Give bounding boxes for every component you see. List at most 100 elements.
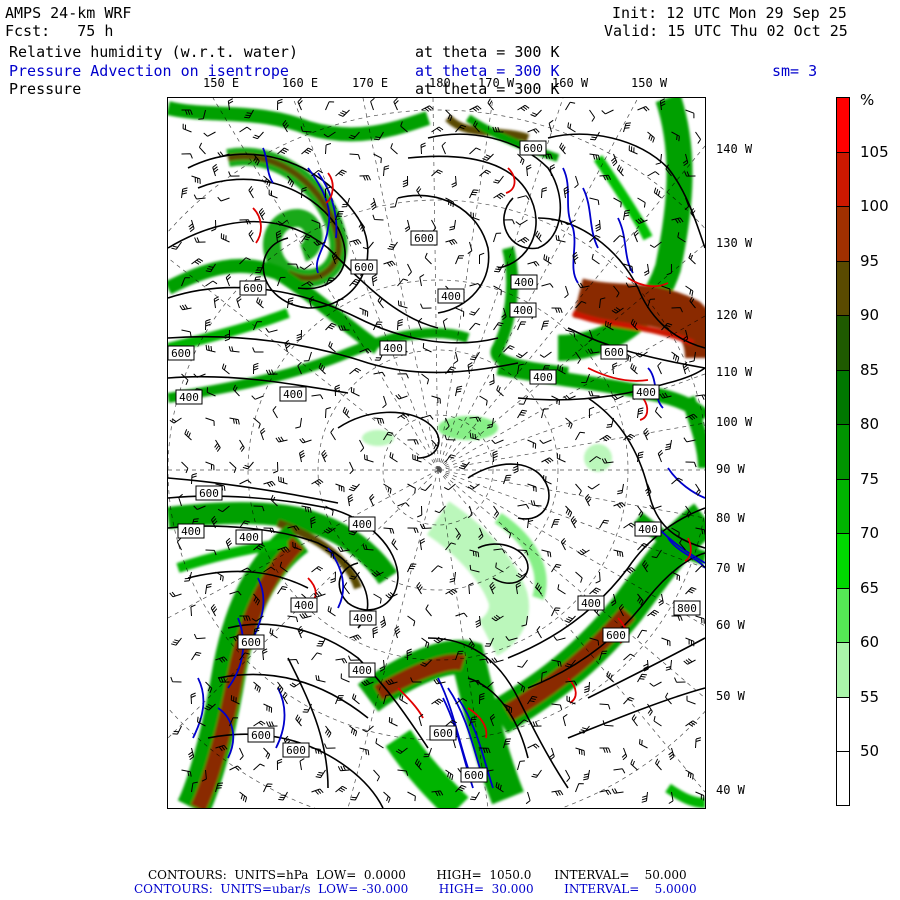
wind-barb	[325, 143, 332, 155]
wind-barb	[402, 175, 409, 188]
wind-barb	[616, 164, 624, 177]
valid-time: Valid: 15 UTC Thu 02 Oct 25	[604, 22, 848, 40]
svg-text:600: 600	[286, 744, 306, 757]
wind-barb	[388, 717, 398, 727]
wind-barb	[272, 405, 278, 419]
contour-label: 400	[632, 384, 660, 400]
wind-barb	[370, 197, 377, 211]
wind-barb	[268, 189, 278, 199]
contour-label: 600	[410, 230, 438, 246]
wind-barb	[236, 295, 242, 309]
wind-barb	[623, 653, 635, 661]
contour-label: 400	[577, 595, 605, 611]
wind-barb	[262, 648, 268, 661]
svg-text:600: 600	[251, 729, 271, 742]
wind-barb	[251, 395, 264, 400]
wind-barb	[299, 449, 306, 463]
wind-barb	[397, 300, 408, 309]
wind-barb	[562, 713, 568, 727]
contour-label: 400	[348, 516, 376, 532]
wind-barb	[349, 367, 362, 375]
wind-barb	[349, 725, 358, 737]
contour-label: 400	[509, 302, 537, 318]
wind-barb	[194, 237, 206, 243]
wind-barb	[382, 395, 387, 409]
wind-barb	[181, 461, 189, 474]
svg-text:400: 400	[638, 523, 658, 536]
wind-barb	[359, 747, 370, 756]
wind-barb	[539, 439, 552, 444]
wind-barb	[383, 260, 396, 267]
wind-barb	[214, 439, 221, 452]
wind-barb	[661, 637, 671, 647]
lon-label-right: 40 W	[716, 783, 745, 797]
wind-barb	[325, 322, 337, 331]
svg-text:600: 600	[606, 629, 626, 642]
wind-barb	[641, 791, 648, 803]
wind-barb	[665, 659, 672, 671]
wind-barb	[328, 341, 336, 353]
wind-barb	[297, 98, 303, 111]
wind-barb	[375, 738, 384, 749]
map-canvas: 600 600 600 600 400 400 400 400 600 400 400 400 600 4…	[168, 98, 705, 808]
wind-barb	[613, 768, 626, 774]
wind-barb	[695, 737, 702, 749]
wind-barb	[417, 505, 423, 518]
wind-barb	[527, 128, 540, 134]
wind-barb	[193, 633, 206, 640]
wind-barb	[221, 363, 230, 375]
wind-barb	[311, 394, 324, 400]
wind-barb	[311, 478, 324, 486]
lon-label-right: 60 W	[716, 618, 745, 632]
wind-barb	[297, 625, 304, 639]
contour-label: 400	[175, 389, 203, 405]
lon-label-top: 180	[429, 76, 451, 90]
svg-text:600: 600	[464, 769, 484, 782]
wind-barb	[324, 725, 332, 738]
wind-barb	[431, 698, 444, 706]
wind-barb	[442, 317, 448, 331]
wind-barb	[425, 604, 432, 617]
wind-barb	[389, 452, 398, 463]
wind-barb	[431, 565, 443, 573]
contour-label: 400	[529, 369, 557, 385]
wind-barb	[665, 439, 672, 451]
wind-barb	[263, 783, 273, 793]
contour-label: 400	[348, 662, 376, 678]
wind-barb	[548, 119, 554, 133]
wind-barb	[191, 473, 197, 485]
colorbar-swatch	[836, 478, 850, 533]
colorbar-label: 100	[860, 197, 889, 215]
wind-barb	[455, 612, 468, 618]
wind-barb	[599, 519, 609, 529]
colorbar-swatch	[836, 315, 850, 370]
wind-barb	[515, 351, 528, 359]
svg-text:400: 400	[239, 531, 259, 544]
wind-barb	[212, 163, 219, 177]
wind-barb	[613, 549, 624, 558]
wind-barb	[229, 461, 237, 473]
wind-barb	[469, 105, 482, 112]
wind-barb	[228, 171, 240, 177]
wind-barb	[575, 783, 584, 793]
wind-barb	[395, 393, 408, 400]
svg-text:400: 400	[513, 304, 533, 317]
map-panel: 600 600 600 600 400 400 400 400 600 400 400 400 600 4…	[167, 97, 706, 809]
wind-barb	[612, 362, 618, 375]
colorbar-swatch	[836, 260, 850, 315]
wind-barb	[181, 187, 188, 199]
wind-barb	[327, 605, 336, 617]
lon-label-right: 100 W	[716, 415, 753, 429]
wind-barb	[685, 285, 694, 296]
wind-barb	[210, 219, 217, 232]
wind-barb	[695, 615, 705, 624]
colorbar-label: 70	[860, 524, 880, 542]
wind-barb	[525, 791, 531, 805]
wind-barb	[517, 153, 525, 165]
wind-barb	[373, 417, 385, 424]
wind-barb	[637, 673, 647, 683]
svg-text:400: 400	[294, 599, 314, 612]
wind-barb	[455, 255, 464, 265]
wind-barb	[205, 583, 212, 595]
wind-barb	[431, 439, 439, 452]
